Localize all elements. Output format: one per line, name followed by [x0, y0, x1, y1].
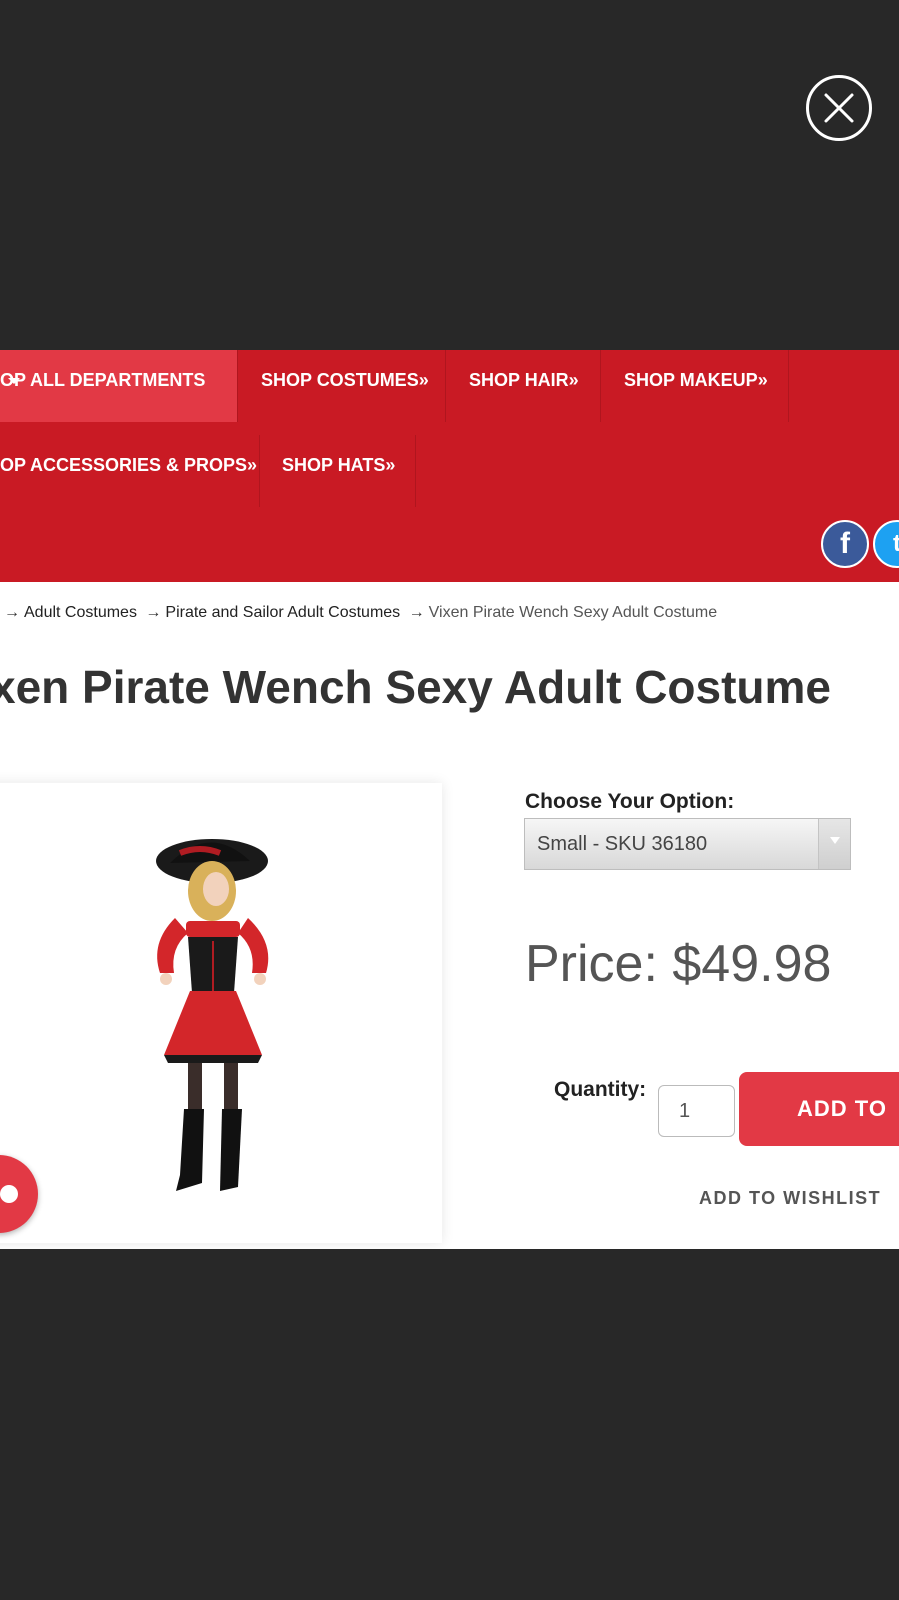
nav-label: SHOP HATS» — [282, 455, 396, 475]
breadcrumb-adult-costumes[interactable]: Adult Costumes — [24, 604, 137, 621]
nav-shop-accessories-props[interactable]: OP ACCESSORIES & PROPS» — [0, 435, 260, 507]
product-title: xen Pirate Wench Sexy Adult Costume — [0, 661, 832, 713]
facebook-glyph: f — [840, 527, 850, 560]
breadcrumb-separator: → — [408, 604, 425, 621]
chevron-down-icon — [818, 819, 850, 869]
chat-icon — [0, 1185, 18, 1203]
breadcrumb-pirate-sailor[interactable]: Pirate and Sailor Adult Costumes — [165, 604, 400, 621]
quantity-label: Quantity: — [554, 1078, 647, 1101]
close-button[interactable] — [806, 75, 872, 141]
nav-label: OP ACCESSORIES & PROPS» — [0, 455, 258, 475]
nav-label: SHOP HAIR» — [469, 370, 579, 390]
facebook-icon[interactable]: f — [821, 520, 869, 568]
product-page-screenshot: OP ALL DEPARTMENTS SHOP COSTUMES» SHOP H… — [0, 350, 899, 1249]
costume-figure-image — [156, 839, 269, 1191]
option-label: Choose Your Option: — [525, 790, 735, 813]
breadcrumb-separator: → — [4, 604, 20, 621]
nav-shop-all-departments[interactable]: OP ALL DEPARTMENTS — [0, 350, 238, 422]
nav-shop-makeup[interactable]: SHOP MAKEUP» — [601, 350, 789, 422]
nav-label: SHOP COSTUMES» — [261, 370, 429, 390]
option-select[interactable]: Small - SKU 36180 — [524, 818, 851, 870]
close-icon — [824, 93, 854, 123]
add-to-cart-button[interactable]: ADD TO — [739, 1072, 899, 1146]
main-navigation: OP ALL DEPARTMENTS SHOP COSTUMES» SHOP H… — [0, 350, 899, 582]
option-selected-value: Small - SKU 36180 — [537, 833, 708, 855]
nav-shop-hats[interactable]: SHOP HATS» — [260, 435, 416, 507]
add-to-wishlist-link[interactable]: ADD TO WISHLIST — [699, 1188, 881, 1209]
nav-shop-hair[interactable]: SHOP HAIR» — [446, 350, 601, 422]
product-price: Price: $49.98 — [525, 935, 832, 993]
twitter-icon[interactable]: t — [873, 520, 899, 568]
breadcrumb: → Adult Costumes → Pirate and Sailor Adult… — [0, 604, 899, 622]
nav-label: SHOP MAKEUP» — [624, 370, 768, 390]
product-image[interactable] — [0, 783, 442, 1243]
twitter-glyph: t — [893, 530, 899, 557]
breadcrumb-current: Vixen Pirate Wench Sexy Adult Costume — [428, 604, 718, 621]
nav-label: OP ALL DEPARTMENTS — [0, 370, 206, 390]
breadcrumb-separator: → — [145, 604, 162, 621]
nav-shop-costumes[interactable]: SHOP COSTUMES» — [238, 350, 446, 422]
quantity-input[interactable] — [658, 1085, 735, 1137]
